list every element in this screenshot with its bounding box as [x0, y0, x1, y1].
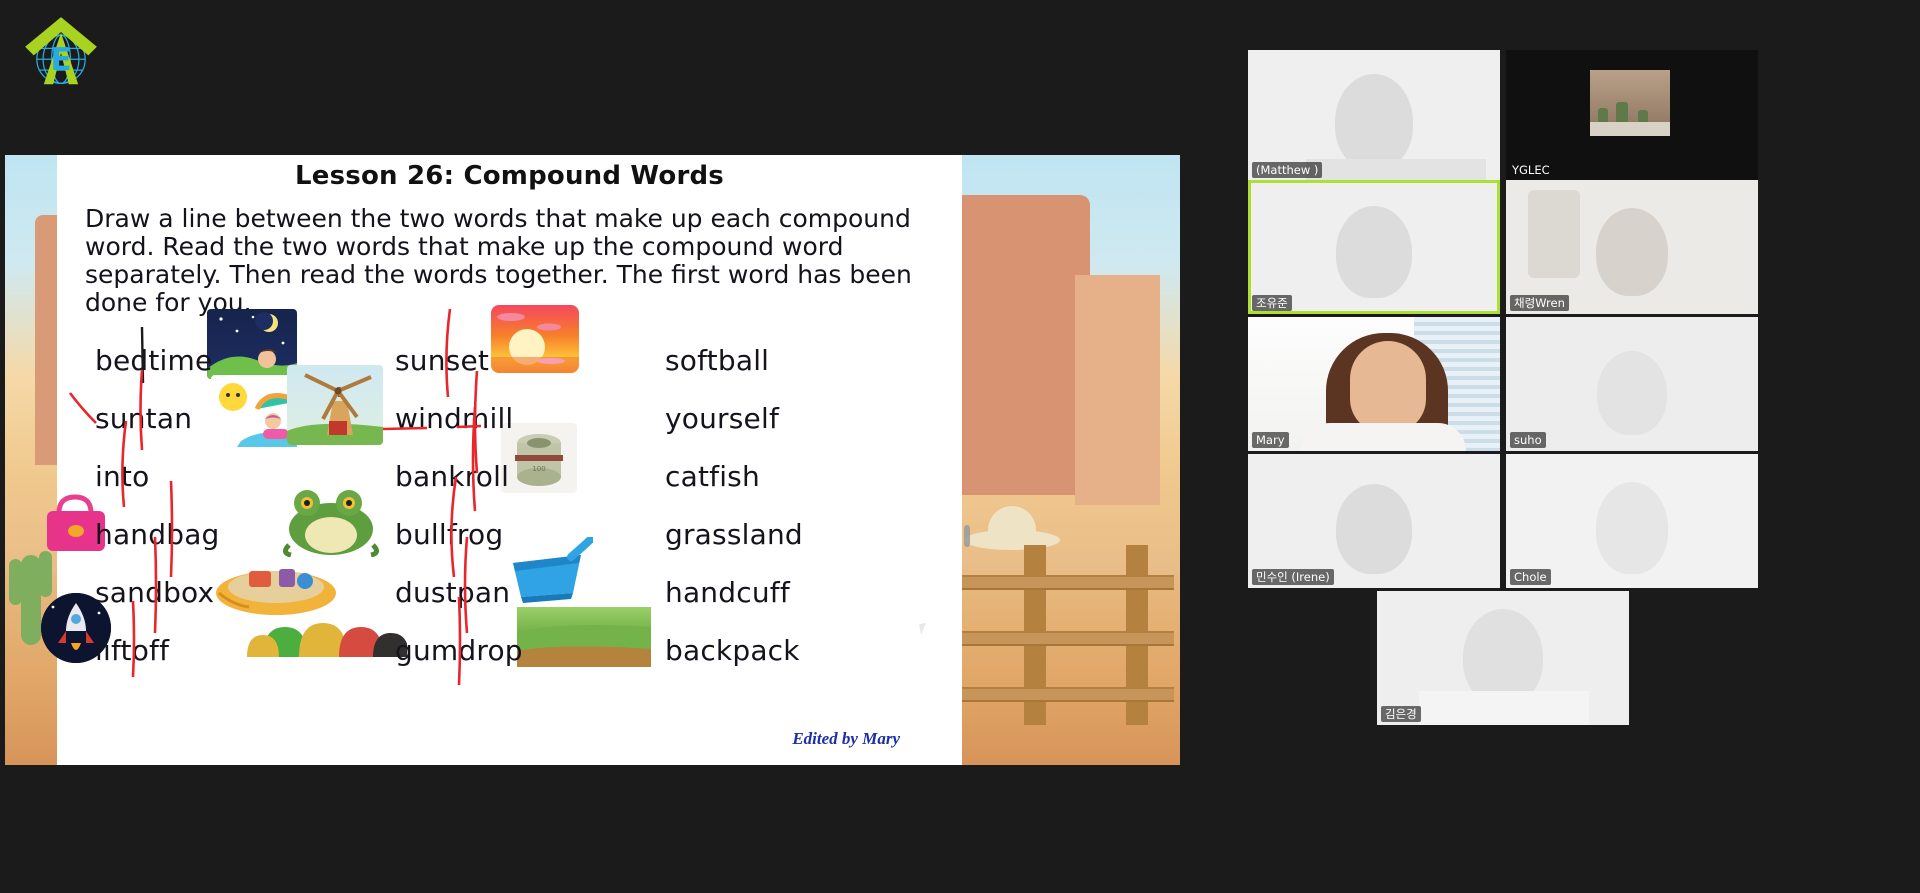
- participant-tile[interactable]: 김은경: [1377, 591, 1629, 725]
- word-item: yourself: [665, 401, 780, 435]
- word-item: dustpan: [395, 575, 511, 609]
- blurred-figure: [1336, 206, 1412, 298]
- share-scroll-handle[interactable]: [964, 525, 970, 547]
- participant-tile[interactable]: Mary: [1248, 317, 1500, 451]
- meeting-screen: E Lesson 26: Compound Words Draw a line …: [0, 0, 1920, 893]
- word-item: handbag: [95, 517, 220, 551]
- word-item: bullfrog: [395, 517, 504, 551]
- participant-name: suho: [1510, 432, 1546, 448]
- svg-text:E: E: [50, 42, 71, 78]
- academy-globe-logo: E: [22, 12, 100, 94]
- word-column-3: softball yourself catfish grassland hand…: [517, 331, 944, 679]
- word-row: backpack: [517, 607, 944, 679]
- worksheet: Lesson 26: Compound Words Draw a line be…: [41, 155, 962, 765]
- word-row: softball: [657, 331, 944, 389]
- clipart-grass-field: [517, 607, 651, 667]
- word-item: handcuff: [665, 575, 790, 609]
- svg-text:100: 100: [532, 465, 545, 473]
- clipart-blue-dustpan: [501, 535, 595, 609]
- participant-tile[interactable]: Chole: [1506, 454, 1758, 588]
- word-item: grassland: [665, 517, 803, 551]
- clipart-green-bullfrog: [277, 481, 385, 558]
- word-item: suntan: [95, 401, 193, 435]
- participant-tile[interactable]: 채령Wren: [1506, 180, 1758, 314]
- participant-tile[interactable]: suho: [1506, 317, 1758, 451]
- word-item: softball: [665, 343, 770, 377]
- word-item: backpack: [665, 633, 800, 667]
- participant-name: (Matthew ): [1252, 162, 1323, 178]
- blurred-figure: [1336, 484, 1412, 574]
- word-row: grassland: [657, 505, 944, 563]
- word-row: catfish: [657, 447, 944, 505]
- word-item: bedtime: [95, 343, 213, 377]
- word-row: handcuff: [657, 563, 944, 621]
- mouse-cursor: [918, 621, 933, 636]
- cowboy-hat-illustration: [964, 504, 1060, 550]
- word-row: liftoff: [41, 593, 409, 679]
- blurred-figure: [1335, 74, 1413, 170]
- participant-tile-active-speaker[interactable]: 조유준: [1248, 180, 1500, 314]
- word-item: windmill: [395, 401, 514, 435]
- participant-name: Chole: [1510, 569, 1551, 585]
- worksheet-title: Lesson 26: Compound Words: [295, 161, 724, 191]
- blurred-figure: [1596, 482, 1668, 574]
- participant-name: YGLEC: [1512, 163, 1550, 177]
- blurred-figure: [1596, 208, 1668, 296]
- word-item: sunset: [395, 343, 490, 377]
- clipart-night-sky-sleeping-child: [207, 309, 297, 379]
- clipart-windmill: [287, 365, 383, 445]
- clipart-gumdrops-candy: [247, 599, 409, 661]
- participant-name: 채령Wren: [1510, 295, 1569, 311]
- participant-name: 조유준: [1252, 295, 1292, 311]
- participant-name: 민수인 (Irene): [1252, 569, 1334, 585]
- word-item: liftoff: [95, 633, 170, 667]
- word-row: bankroll 100: [395, 406, 657, 512]
- word-item: sandbox: [95, 575, 215, 609]
- word-row: yourself: [657, 389, 944, 447]
- word-columns: bedtime suntan into handbag sandbox lift…: [41, 305, 962, 686]
- word-item: catfish: [665, 459, 760, 493]
- word-row: sunset: [395, 305, 657, 398]
- edited-by-credit: Edited by Mary: [792, 729, 900, 748]
- participant-tile[interactable]: 민수인 (Irene): [1248, 454, 1500, 588]
- participant-name: Mary: [1252, 432, 1289, 448]
- word-item: bankroll: [395, 459, 510, 493]
- blurred-figure: [1597, 351, 1667, 435]
- shared-screen-area[interactable]: Lesson 26: Compound Words Draw a line be…: [5, 155, 1180, 765]
- clipart-sunset-ocean: [491, 305, 579, 373]
- worksheet-instructions: Draw a line between the two words that m…: [85, 204, 912, 317]
- word-item: gumdrop: [395, 633, 523, 667]
- word-item: into: [95, 459, 150, 493]
- participant-name: 김은경: [1381, 706, 1421, 722]
